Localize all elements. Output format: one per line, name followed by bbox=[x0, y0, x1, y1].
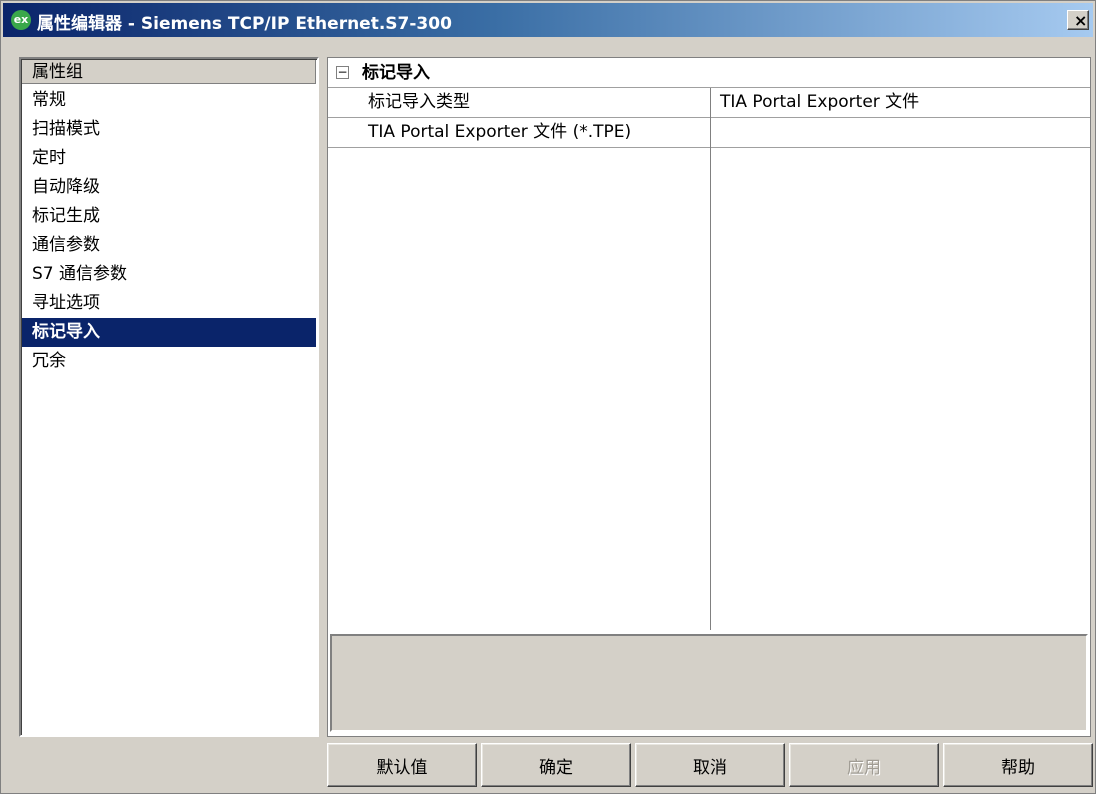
collapse-icon[interactable]: − bbox=[336, 66, 349, 79]
ok-button[interactable]: 确定 bbox=[481, 743, 631, 787]
close-icon: × bbox=[1074, 11, 1088, 30]
sidebar-item-general[interactable]: 常规 bbox=[22, 86, 316, 115]
sidebar-item-s7-communication-parameters[interactable]: S7 通信参数 bbox=[22, 260, 316, 289]
property-description-box bbox=[330, 634, 1088, 732]
default-button[interactable]: 默认值 bbox=[327, 743, 477, 787]
app-icon: ex bbox=[11, 10, 31, 30]
sidebar-item-communication-parameters[interactable]: 通信参数 bbox=[22, 231, 316, 260]
property-group-header[interactable]: − 标记导入 bbox=[328, 58, 1090, 88]
sidebar-item-addressing-options[interactable]: 寻址选项 bbox=[22, 289, 316, 318]
sidebar-item-redundancy[interactable]: 冗余 bbox=[22, 347, 316, 376]
sidebar-item-timing[interactable]: 定时 bbox=[22, 144, 316, 173]
property-editor-window: ex 属性编辑器 - Siemens TCP/IP Ethernet.S7-30… bbox=[0, 0, 1096, 794]
property-groups-list: 常规 扫描模式 定时 自动降级 标记生成 通信参数 S7 通信参数 寻址选项 标… bbox=[22, 86, 316, 376]
property-name: TIA Portal Exporter 文件 (*.TPE) bbox=[368, 122, 632, 142]
property-grid: − 标记导入 标记导入类型 TIA Portal Exporter 文件 TIA… bbox=[327, 57, 1091, 737]
property-value[interactable]: TIA Portal Exporter 文件 bbox=[720, 88, 919, 117]
sidebar-item-auto-demotion[interactable]: 自动降级 bbox=[22, 173, 316, 202]
property-group-label: 标记导入 bbox=[362, 63, 430, 83]
property-row-tag-import-type[interactable]: 标记导入类型 TIA Portal Exporter 文件 bbox=[328, 88, 1090, 118]
property-name: 标记导入类型 bbox=[368, 92, 470, 112]
sidebar-item-tag-generation[interactable]: 标记生成 bbox=[22, 202, 316, 231]
sidebar-item-tag-import[interactable]: 标记导入 bbox=[22, 318, 316, 347]
title-bar[interactable]: ex 属性编辑器 - Siemens TCP/IP Ethernet.S7-30… bbox=[3, 3, 1093, 37]
property-groups-header: 属性组 bbox=[22, 60, 316, 84]
sidebar-item-scan-mode[interactable]: 扫描模式 bbox=[22, 115, 316, 144]
column-divider[interactable] bbox=[710, 88, 711, 630]
apply-button: 应用 bbox=[789, 743, 939, 787]
property-row-tpe-file[interactable]: TIA Portal Exporter 文件 (*.TPE) bbox=[328, 118, 1090, 148]
cancel-button[interactable]: 取消 bbox=[635, 743, 785, 787]
property-groups-panel: 属性组 常规 扫描模式 定时 自动降级 标记生成 通信参数 S7 通信参数 寻址… bbox=[19, 57, 319, 737]
help-button[interactable]: 帮助 bbox=[943, 743, 1093, 787]
window-title: 属性编辑器 - Siemens TCP/IP Ethernet.S7-300 bbox=[37, 14, 452, 34]
close-button[interactable]: × bbox=[1067, 10, 1089, 30]
